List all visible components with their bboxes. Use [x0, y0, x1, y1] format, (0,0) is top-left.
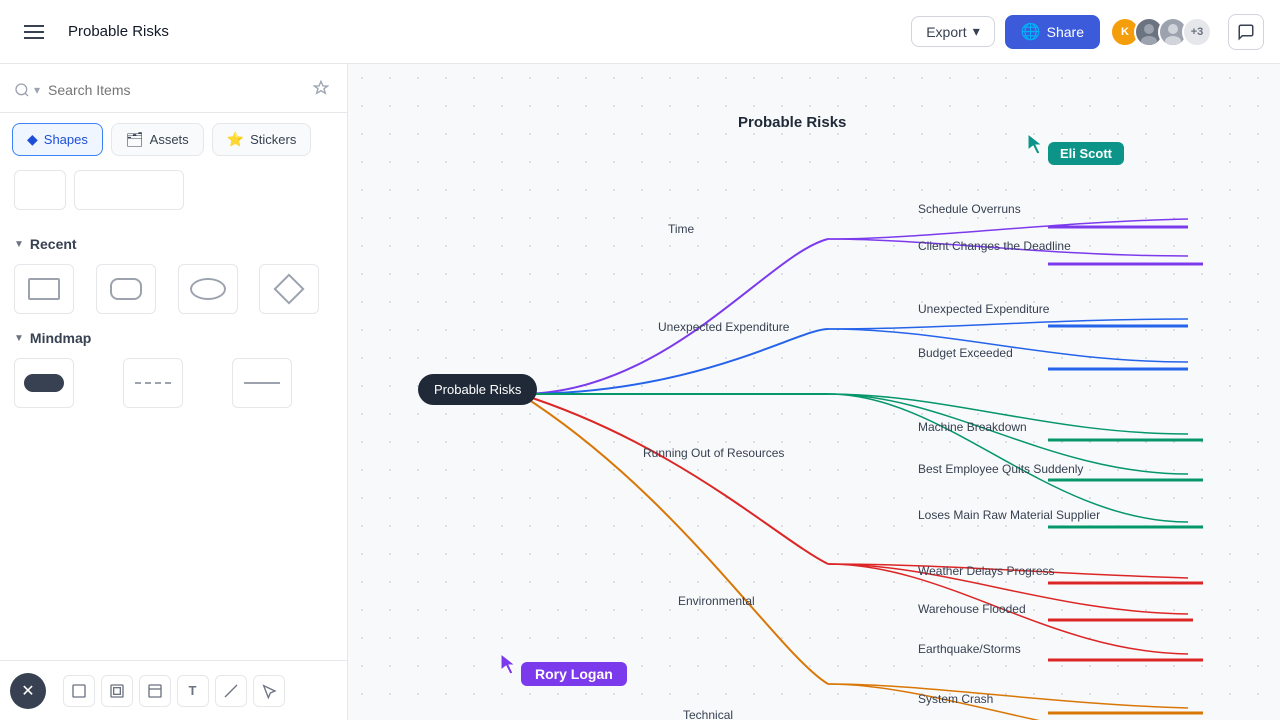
shapes-icon: ◆ [27, 131, 38, 148]
center-node[interactable]: Probable Risks [418, 374, 537, 405]
search-icon: ▾ [14, 82, 40, 98]
mindmap-dash[interactable] [123, 358, 183, 408]
app-header: Probable Risks Export ▾ 🌐 Share K +3 [0, 0, 1280, 64]
header-controls: Export ▾ 🌐 Share K +3 [911, 15, 1212, 49]
tool-line[interactable] [215, 675, 247, 707]
recent-label: Recent [30, 236, 77, 252]
document-title: Probable Risks [68, 23, 895, 40]
branch-time: Time [668, 222, 694, 236]
shape-ellipse[interactable] [178, 264, 238, 314]
share-label: Share [1047, 24, 1084, 40]
center-node-label: Probable Risks [434, 382, 521, 397]
chevron-icon: ▼ [14, 239, 24, 250]
leaf-budget-exceeded: Budget Exceeded [918, 346, 1013, 360]
branch-technical: Technical [683, 708, 733, 720]
pin-button[interactable] [309, 78, 333, 102]
shape-diamond[interactable] [259, 264, 319, 314]
avatar-overflow: +3 [1182, 17, 1212, 47]
cursor-rory-label: Rory Logan [521, 662, 627, 686]
leaf-unexpected-exp: Unexpected Expenditure [918, 302, 1049, 316]
mindmap-line[interactable] [232, 358, 292, 408]
stickers-icon: ⭐ [227, 131, 244, 148]
comment-button[interactable] [1228, 14, 1264, 50]
recent-shapes-grid [14, 264, 333, 314]
mindmap-pill[interactable] [14, 358, 74, 408]
tool-frame[interactable] [101, 675, 133, 707]
branch-expenditure: Unexpected Expenditure [658, 320, 789, 334]
tool-text[interactable]: T [177, 675, 209, 707]
tab-stickers-label: Stickers [250, 132, 296, 147]
mindmap-section-header[interactable]: ▼ Mindmap [14, 330, 333, 346]
leaf-raw-material: Loses Main Raw Material Supplier [918, 508, 1100, 522]
globe-icon: 🌐 [1021, 22, 1041, 42]
mindmap-label: Mindmap [30, 330, 91, 346]
shape-rounded-rect[interactable] [96, 264, 156, 314]
preview-item-2[interactable] [74, 170, 184, 210]
menu-button[interactable] [16, 14, 52, 50]
tab-shapes-label: Shapes [44, 132, 88, 147]
export-button[interactable]: Export ▾ [911, 16, 995, 47]
search-bar: ▾ [0, 64, 347, 113]
canvas[interactable]: Probable Risks [348, 64, 1280, 720]
cursor-rory: Rory Logan [513, 662, 627, 686]
shape-rectangle[interactable] [14, 264, 74, 314]
bottom-toolbar: ✕ T [0, 660, 347, 720]
leaf-system-crash: System Crash [918, 692, 993, 706]
share-button[interactable]: 🌐 Share [1005, 15, 1100, 49]
tool-note[interactable] [139, 675, 171, 707]
leaf-warehouse-flooded: Warehouse Flooded [918, 602, 1026, 616]
collaborators-avatars: K +3 [1110, 17, 1212, 47]
tool-rectangle[interactable] [63, 675, 95, 707]
branch-resources: Running Out of Resources [643, 446, 784, 460]
main-content: ▾ ◆ Shapes 🗂 Assets ⭐ Stickers [0, 64, 1280, 720]
leaf-earthquake: Earthquake/Storms [918, 642, 1021, 656]
leaf-weather-delays: Weather Delays Progress [918, 564, 1055, 578]
close-button[interactable]: ✕ [10, 673, 46, 709]
cursor-eli-label: Eli Scott [1048, 142, 1124, 165]
mindmap-chevron-icon: ▼ [14, 333, 24, 344]
tool-pointer[interactable] [253, 675, 285, 707]
tab-assets[interactable]: 🗂 Assets [111, 123, 204, 156]
leaf-client-changes: Client Changes the Deadline [918, 239, 1071, 253]
assets-icon: 🗂 [126, 131, 144, 148]
search-input[interactable] [48, 82, 301, 98]
mindmap-shapes-grid [14, 358, 333, 408]
cursor-eli: Eli Scott [1040, 142, 1124, 165]
tab-row: ◆ Shapes 🗂 Assets ⭐ Stickers [0, 113, 347, 166]
preview-item-1[interactable] [14, 170, 66, 210]
sidebar-content: ▼ Recent ▼ Mindmap [0, 218, 347, 664]
tab-stickers[interactable]: ⭐ Stickers [212, 123, 312, 156]
leaf-machine-breakdown: Machine Breakdown [918, 420, 1027, 434]
branch-environmental: Environmental [678, 594, 755, 608]
chevron-down-icon: ▾ [973, 23, 980, 40]
export-label: Export [926, 24, 966, 40]
recent-section-header[interactable]: ▼ Recent [14, 236, 333, 252]
tab-assets-label: Assets [150, 132, 189, 147]
leaf-employee-quits: Best Employee Quits Suddenly [918, 462, 1083, 476]
tab-shapes[interactable]: ◆ Shapes [12, 123, 103, 156]
sidebar: ▾ ◆ Shapes 🗂 Assets ⭐ Stickers [0, 64, 348, 720]
leaf-schedule-overruns: Schedule Overruns [918, 202, 1021, 216]
